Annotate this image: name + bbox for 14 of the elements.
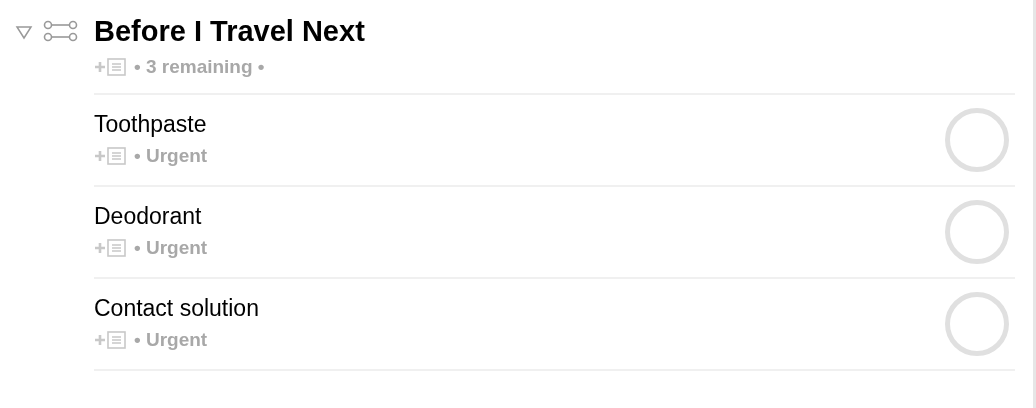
- task-title: Deodorant: [94, 201, 203, 230]
- task-title: Contact solution: [94, 293, 260, 322]
- project-title: Before I Travel Next: [94, 14, 366, 48]
- task-tag: • Urgent: [134, 141, 208, 171]
- add-note-icon[interactable]: [94, 146, 128, 166]
- remaining-count: • 3 remaining •: [134, 54, 265, 79]
- task-tag: • Urgent: [134, 325, 208, 355]
- disclosure-triangle-icon[interactable]: [15, 24, 33, 40]
- add-note-icon[interactable]: [94, 57, 128, 77]
- project-icon: [43, 20, 79, 42]
- task-tag: • Urgent: [134, 233, 208, 263]
- add-note-icon[interactable]: [94, 238, 128, 258]
- task-title: Toothpaste: [94, 109, 208, 138]
- add-note-icon[interactable]: [94, 330, 128, 350]
